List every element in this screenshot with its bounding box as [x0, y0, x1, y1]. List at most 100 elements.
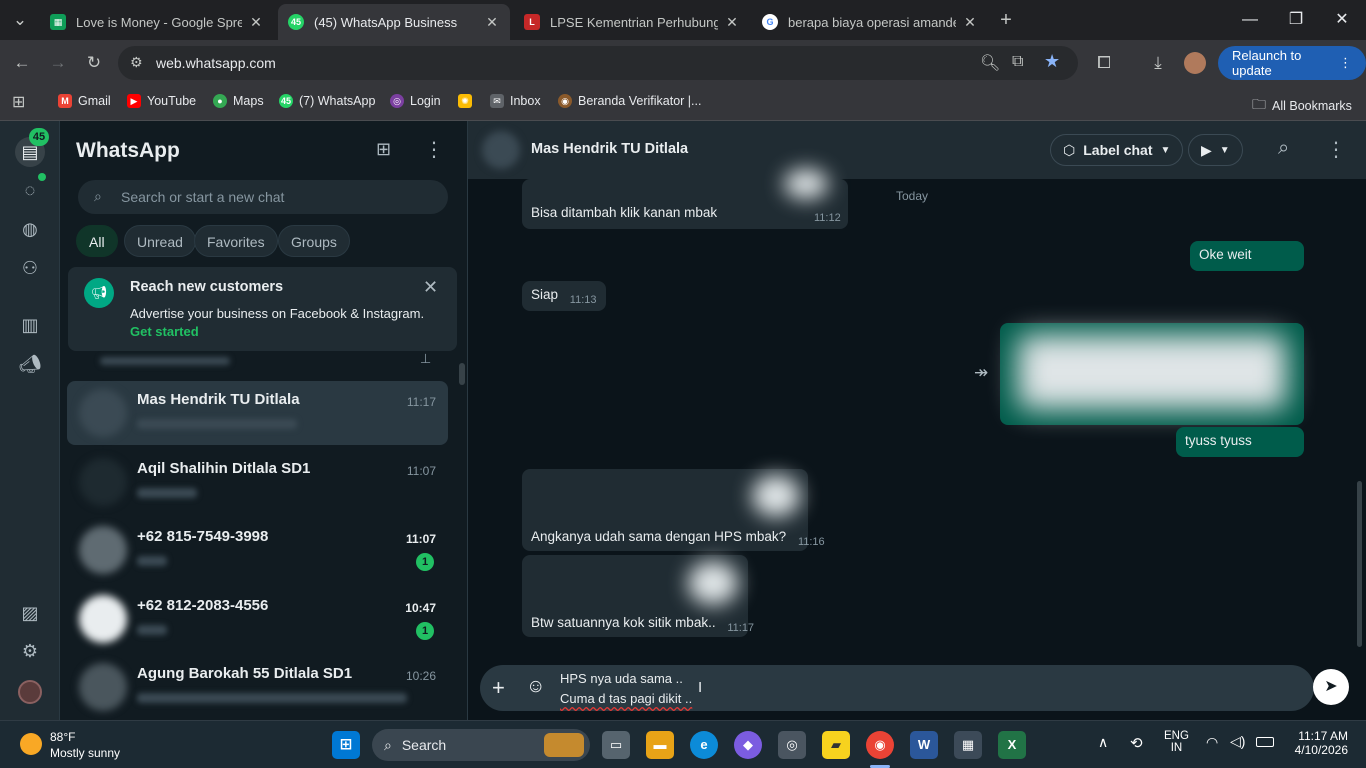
forward-icon[interactable]: ↠ — [974, 363, 988, 383]
address-bar[interactable]: ⚙ web.whatsapp.com 🔍︎ ⧉ ★ — [118, 46, 1078, 80]
volume-icon[interactable]: ◁) — [1230, 733, 1245, 750]
new-tab-icon[interactable]: + — [994, 8, 1018, 32]
new-chat-icon[interactable]: ⊞ — [376, 139, 391, 160]
sync-icon[interactable]: ⟲ — [1130, 734, 1143, 752]
bookmark-login[interactable]: ◎ Login — [390, 94, 441, 108]
catalog-icon[interactable]: ▥ — [18, 313, 42, 337]
promo-cta[interactable]: Get started — [130, 324, 199, 339]
minimize-icon[interactable]: — — [1238, 8, 1262, 32]
forward-icon[interactable]: → — [46, 51, 70, 75]
channels-icon[interactable]: ◍ — [18, 217, 42, 241]
relaunch-button[interactable]: Relaunch to update ⋮ — [1218, 46, 1366, 80]
word-icon[interactable]: W — [910, 731, 938, 759]
search-box[interactable]: ⌕ Search or start a new chat — [78, 180, 448, 214]
tab-search-icon[interactable]: ⌄ — [8, 8, 32, 32]
chrome-icon[interactable]: ◉ — [866, 731, 894, 759]
all-bookmarks[interactable]: 🗀 All Bookmarks — [1252, 94, 1352, 118]
menu-icon[interactable]: ⋮ — [1326, 137, 1346, 162]
attach-plus-icon[interactable]: + — [492, 675, 505, 701]
contact-avatar[interactable] — [482, 131, 520, 169]
message-bubble[interactable]: Angkanya udah sama dengan HPS mbak? 11:1… — [522, 469, 825, 551]
sticky-notes-icon[interactable]: ▰ — [822, 731, 850, 759]
search-icon: ⌕ — [94, 188, 102, 204]
tab-google-search[interactable]: G berapa biaya operasi amandel ✕ — [752, 4, 988, 40]
close-window-icon[interactable]: ✕ — [1330, 8, 1354, 32]
close-tab-icon[interactable]: ✕ — [962, 14, 978, 31]
bookmark-photos[interactable]: ✺ — [458, 94, 472, 108]
menu-icon[interactable]: ⋮ — [424, 137, 444, 162]
close-tab-icon[interactable]: ✕ — [248, 14, 264, 31]
excel-icon[interactable]: X — [998, 731, 1026, 759]
extensions-icon[interactable]: ⧠ — [1092, 51, 1116, 75]
search-icon[interactable]: ⌕ — [1278, 137, 1289, 160]
chat-scrollbar[interactable] — [1357, 481, 1362, 647]
close-tab-icon[interactable]: ✕ — [484, 14, 500, 31]
status-icon[interactable]: ◌ — [18, 178, 42, 202]
wifi-icon[interactable]: ◠ — [1206, 734, 1218, 751]
apps-grid-icon[interactable]: ⊞ — [12, 92, 25, 112]
chat-row-mas-hendrik[interactable]: Mas Hendrik TU Ditlala 11:17 — [67, 381, 448, 445]
message-bubble[interactable]: Oke weit — [1190, 241, 1304, 271]
install-app-icon[interactable]: ⧉ — [1012, 53, 1023, 71]
message-bubble[interactable]: Btw satuannya kok sitik mbak.. 11:17 — [522, 555, 754, 637]
message-bubble[interactable]: Bisa ditambah klik kanan mbak 11:12 — [522, 169, 848, 229]
contact-name[interactable]: Mas Hendrik TU Ditlala — [531, 141, 688, 157]
chat-row-62812[interactable]: +62 812-2083-4556 10:47 1 — [67, 587, 448, 651]
bookmark-gmail[interactable]: M Gmail — [58, 94, 111, 108]
sticker-icon[interactable]: ☺ — [526, 676, 545, 698]
bookmark-inbox[interactable]: ✉ Inbox — [490, 94, 541, 108]
task-view-icon[interactable]: ▭ — [602, 731, 630, 759]
bookmark-star-icon[interactable]: ★ — [1044, 51, 1060, 72]
chat-row-62815[interactable]: +62 815-7549-3998 11:07 1 — [67, 518, 448, 582]
chat-list-scrollbar[interactable] — [459, 363, 465, 385]
communities-icon[interactable]: ⚇ — [18, 256, 42, 280]
tab-whatsapp-business[interactable]: 45 (45) WhatsApp Business ✕ — [278, 4, 510, 40]
camera-icon[interactable]: ◎ — [778, 731, 806, 759]
advertise-icon[interactable]: 📣︎ — [18, 352, 42, 376]
chat-row-aqil[interactable]: Aqil Shalihin Ditlala SD1 11:07 — [67, 450, 448, 514]
media-icon[interactable]: ▨ — [18, 601, 42, 625]
bookmark-youtube[interactable]: ▶ YouTube — [127, 94, 196, 108]
bookmark-whatsapp[interactable]: 45 (7) WhatsApp — [279, 94, 375, 108]
filter-favorites[interactable]: Favorites — [194, 225, 278, 257]
taskbar-search[interactable]: ⌕ Search — [372, 729, 590, 761]
file-explorer-icon[interactable]: ▬ — [646, 731, 674, 759]
label-chat-button[interactable]: ⬡ Label chat ▼ — [1050, 134, 1184, 166]
tray-overflow-icon[interactable]: ∧ — [1098, 734, 1108, 751]
message-bubble[interactable]: Siap 11:13 — [522, 281, 606, 311]
profile-avatar[interactable] — [1184, 52, 1206, 74]
edge-icon[interactable]: e — [690, 731, 718, 759]
downloads-icon[interactable]: ⤓ — [1146, 51, 1170, 75]
chat-row-agung[interactable]: Agung Barokah 55 Ditlala SD1 10:26 — [67, 655, 448, 719]
profile-avatar[interactable] — [18, 680, 42, 704]
bookmark-maps[interactable]: ● Maps — [213, 94, 264, 108]
message-input[interactable]: + ☺ HPS nya uda sama .. Cuma d tas pagi … — [480, 665, 1314, 711]
reload-icon[interactable]: ↻ — [82, 51, 106, 75]
clock[interactable]: 11:17 AM 4/10/2026 — [1290, 729, 1348, 757]
battery-icon[interactable] — [1256, 737, 1274, 747]
image-message[interactable] — [1000, 323, 1304, 425]
restore-icon[interactable]: ❐ — [1284, 8, 1308, 32]
site-info-icon[interactable]: ⚙ — [130, 54, 143, 71]
windows-start-icon[interactable]: ⊞ — [332, 731, 360, 759]
close-icon[interactable]: ✕ — [423, 277, 438, 298]
calculator-icon[interactable]: ▦ — [954, 731, 982, 759]
copilot-icon[interactable]: ◆ — [734, 731, 762, 759]
zoom-icon[interactable]: 🔍︎ — [980, 53, 1000, 73]
chat-header[interactable]: Mas Hendrik TU Ditlala ⬡ Label chat ▼ ▶︎… — [468, 121, 1366, 179]
send-button[interactable]: ➤ — [1313, 669, 1349, 705]
bookmark-beranda[interactable]: ◉ Beranda Verifikator |... — [558, 94, 701, 108]
tab-lpse[interactable]: L LPSE Kementrian Perhubungan ✕ — [514, 4, 750, 40]
language-indicator[interactable]: ENG IN — [1164, 730, 1189, 754]
settings-icon[interactable]: ⚙ — [18, 639, 42, 663]
message-bubble[interactable]: tyuss tyuss — [1176, 427, 1304, 457]
chat-time: 10:26 — [405, 669, 436, 683]
filter-unread[interactable]: Unread — [124, 225, 196, 257]
back-icon[interactable]: ← — [10, 51, 34, 75]
tab-google-sheets[interactable]: ▦ Love is Money - Google Spread ✕ — [40, 4, 274, 40]
filter-groups[interactable]: Groups — [278, 225, 350, 257]
close-tab-icon[interactable]: ✕ — [724, 14, 740, 31]
filter-all[interactable]: All — [76, 225, 118, 257]
video-call-button[interactable]: ▶︎ ▼ — [1188, 134, 1243, 166]
weather-widget[interactable]: 88°F Mostly sunny — [20, 729, 170, 761]
